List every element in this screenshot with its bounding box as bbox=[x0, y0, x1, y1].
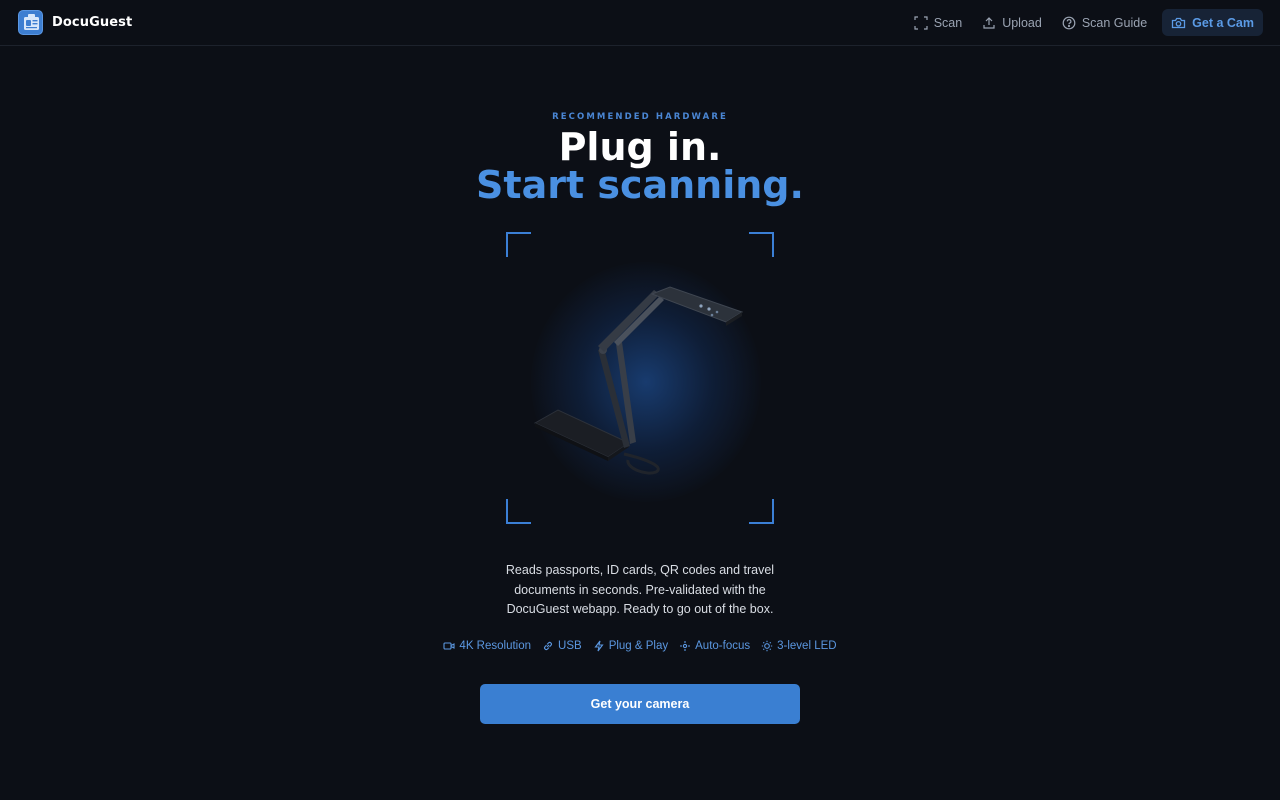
document-camera-image bbox=[533, 286, 744, 475]
get-a-cam-button[interactable]: Get a Cam bbox=[1162, 9, 1263, 36]
headline-line-1: Plug in. bbox=[558, 125, 722, 169]
feature-plug-play: Plug & Play bbox=[593, 638, 668, 654]
feature-usb-label: USB bbox=[558, 640, 582, 652]
focus-icon bbox=[680, 641, 691, 651]
scan-frame-icon bbox=[914, 15, 928, 30]
feature-led: 3-level LED bbox=[761, 638, 837, 654]
nav-scan-guide[interactable]: Scan Guide bbox=[1054, 9, 1155, 36]
product-description: Reads passports, ID cards, QR codes and … bbox=[505, 563, 775, 616]
nav-upload[interactable]: Upload bbox=[974, 9, 1050, 36]
help-circle-icon bbox=[1062, 16, 1076, 29]
nav-upload-label: Upload bbox=[1002, 15, 1042, 30]
feature-list: 4K Resolution USB Plug & Play Auto-focus… bbox=[0, 638, 1280, 654]
feature-4k: 4K Resolution bbox=[443, 638, 531, 654]
sun-icon bbox=[761, 640, 773, 652]
get-a-cam-label: Get a Cam bbox=[1192, 15, 1254, 30]
feature-plug-play-label: Plug & Play bbox=[608, 640, 669, 652]
nav-scan-label: Scan bbox=[933, 15, 963, 30]
brand[interactable]: DocuGuest bbox=[18, 10, 132, 35]
product-viewer bbox=[506, 232, 774, 524]
main-nav: Scan Upload Scan Guide Get a Cam bbox=[906, 9, 1263, 36]
page-title: Plug in. Start scanning. bbox=[0, 128, 1280, 204]
feature-led-label: 3-level LED bbox=[777, 640, 837, 652]
top-nav: DocuGuest Scan Upload Scan Guide Get a C… bbox=[0, 0, 1280, 46]
headline-line-2: Start scanning. bbox=[476, 163, 804, 207]
eyebrow-label: RECOMMENDED HARDWARE bbox=[552, 112, 728, 122]
feature-4k-label: 4K Resolution bbox=[459, 640, 532, 652]
camera-icon bbox=[1172, 17, 1186, 28]
upload-icon bbox=[983, 16, 995, 29]
lightning-icon bbox=[594, 640, 604, 652]
nav-scan[interactable]: Scan bbox=[906, 9, 971, 36]
id-card-icon bbox=[18, 10, 43, 35]
feature-autofocus: Auto-focus bbox=[679, 638, 750, 654]
video-icon bbox=[443, 642, 455, 650]
feature-autofocus-label: Auto-focus bbox=[695, 640, 751, 652]
link-icon bbox=[544, 641, 552, 651]
brand-name: DocuGuest bbox=[52, 15, 133, 30]
get-your-camera-button[interactable]: Get your camera bbox=[480, 684, 800, 724]
nav-scan-guide-label: Scan Guide bbox=[1081, 15, 1148, 30]
feature-usb: USB bbox=[542, 638, 582, 654]
